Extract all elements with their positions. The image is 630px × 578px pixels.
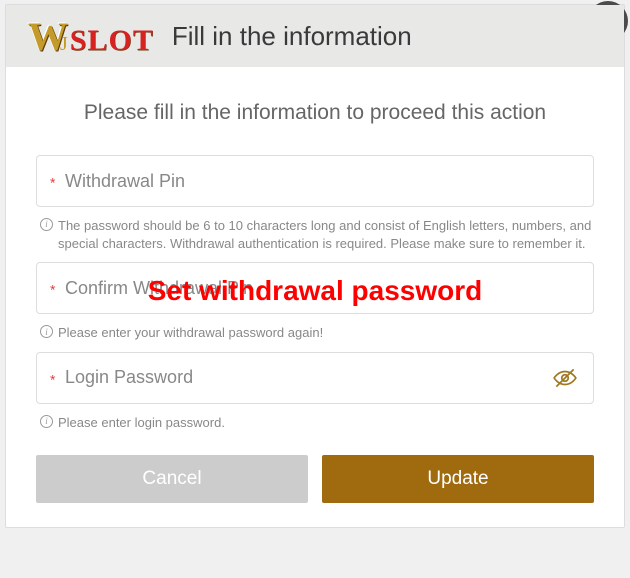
modal-body: Please fill in the information to procee… — [6, 67, 624, 527]
logo-j-letter: J — [60, 33, 68, 56]
button-row: Cancel Update — [36, 455, 594, 503]
confirm-withdrawal-pin-input[interactable] — [36, 262, 594, 314]
required-asterisk: * — [50, 282, 55, 298]
brand-logo: W J SLOT — [28, 13, 154, 60]
withdrawal-pin-wrap: * — [36, 155, 594, 207]
hint-text: Please enter login password. — [58, 415, 225, 430]
required-asterisk: * — [50, 371, 55, 387]
hint-text: The password should be 6 to 10 character… — [58, 218, 591, 251]
subtitle: Please fill in the information to procee… — [36, 101, 594, 125]
logo-slot-text: SLOT — [70, 24, 154, 58]
login-password-wrap: * — [36, 352, 594, 404]
info-icon: i — [40, 325, 53, 338]
required-asterisk: * — [50, 175, 55, 191]
modal-header: W J SLOT Fill in the information — [6, 5, 624, 67]
hint-text: Please enter your withdrawal password ag… — [58, 325, 323, 340]
login-password-hint: i Please enter login password. — [36, 410, 594, 442]
withdrawal-pin-hint: i The password should be 6 to 10 charact… — [36, 213, 594, 262]
info-icon: i — [40, 415, 53, 428]
confirm-withdrawal-pin-wrap: * — [36, 262, 594, 314]
info-icon: i — [40, 218, 53, 231]
update-button[interactable]: Update — [322, 455, 594, 503]
modal-dialog: ✕ W J SLOT Fill in the information Pleas… — [5, 4, 625, 528]
cancel-button[interactable]: Cancel — [36, 455, 308, 503]
header-title: Fill in the information — [172, 21, 412, 52]
login-password-input[interactable] — [36, 352, 594, 404]
withdrawal-pin-input[interactable] — [36, 155, 594, 207]
eye-slash-icon — [552, 365, 578, 391]
confirm-withdrawal-pin-hint: i Please enter your withdrawal password … — [36, 320, 594, 352]
toggle-password-visibility[interactable] — [552, 365, 578, 391]
